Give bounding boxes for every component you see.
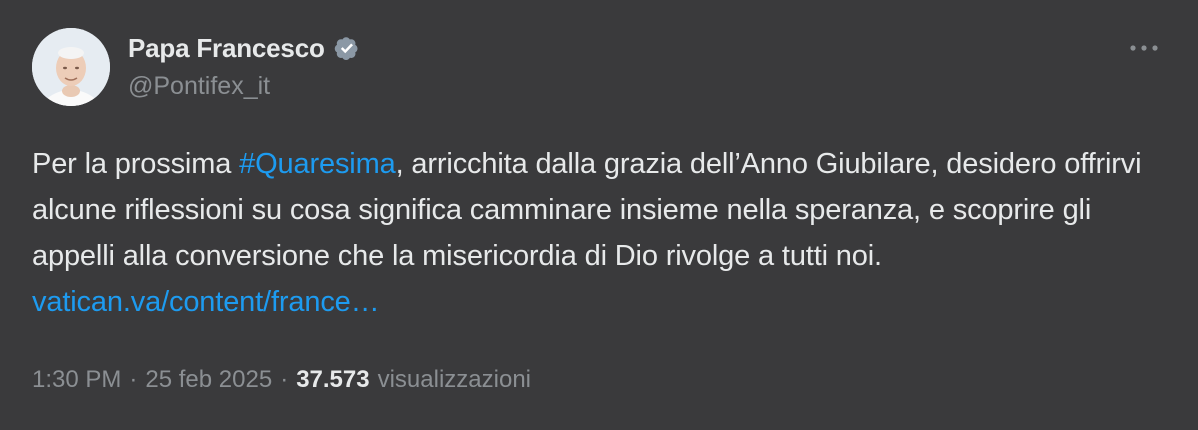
author-name-row: Papa Francesco <box>128 31 362 65</box>
tweet-card: Papa Francesco @Pontifex_it Per la pross… <box>0 0 1198 430</box>
tweet-time[interactable]: 1:30 PM <box>32 366 121 394</box>
views-label: visualizzazioni <box>377 366 531 393</box>
meta-separator: · <box>280 366 289 393</box>
verified-badge-icon[interactable] <box>332 33 362 63</box>
tweet-text: Per la prossima #Quaresima, arricchita d… <box>32 141 1172 325</box>
tweet-date[interactable]: 25 feb 2025 <box>145 366 272 394</box>
hashtag-link[interactable]: #Quaresima <box>239 148 396 180</box>
more-options-icon[interactable] <box>1126 34 1162 62</box>
views-count[interactable]: 37.573 <box>296 366 369 394</box>
meta-separator: · <box>129 366 138 393</box>
tweet-text-start: Per la prossima <box>32 148 240 180</box>
avatar[interactable] <box>32 28 110 106</box>
avatar-image <box>32 28 110 106</box>
author-handle[interactable]: @Pontifex_it <box>128 72 270 101</box>
url-link[interactable]: vatican.va/content/france… <box>32 286 380 318</box>
display-name[interactable]: Papa Francesco <box>128 33 325 64</box>
tweet-meta: 1:30 PM · 25 feb 2025 · 37.573 visualizz… <box>32 366 531 394</box>
